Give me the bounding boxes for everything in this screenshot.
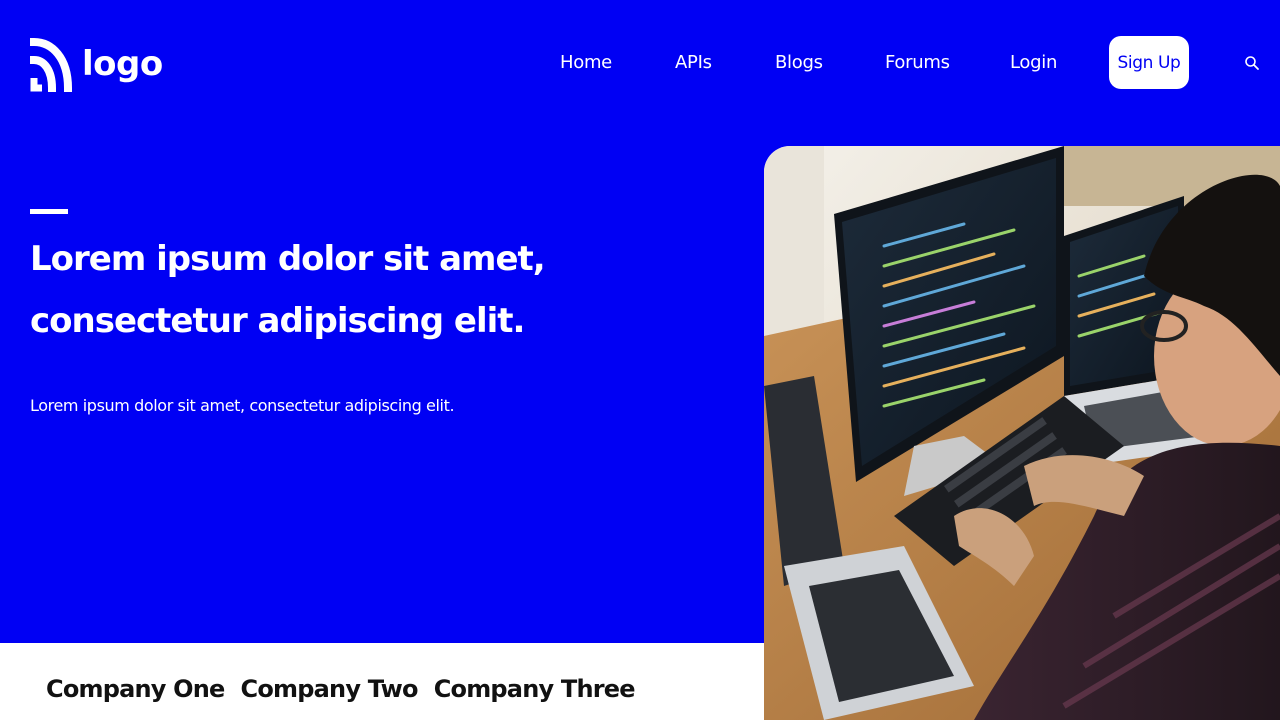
hero-title-line-1: Lorem ipsum dolor sit amet, (30, 239, 546, 279)
hero-title-line-2: consectetur adipiscing elit. (30, 301, 525, 341)
hero-subtitle: Lorem ipsum dolor sit amet, consectetur … (30, 396, 455, 415)
nav-blogs-link[interactable]: Blogs (775, 52, 823, 73)
nav-apis-link[interactable]: APIs (675, 52, 712, 73)
search-icon[interactable] (1244, 55, 1260, 71)
logo-link[interactable]: logo (30, 36, 163, 92)
developer-at-desk-photo (764, 146, 1280, 720)
company-three: Company Three (433, 675, 636, 703)
accent-bar (30, 209, 68, 214)
logo-icon (30, 37, 72, 92)
nav-home-link[interactable]: Home (560, 52, 612, 73)
hero-title: Lorem ipsum dolor sit amet, consectetur … (30, 228, 550, 352)
company-two: Company Two (240, 675, 419, 703)
signup-button[interactable]: Sign Up (1109, 36, 1189, 89)
nav-login-link[interactable]: Login (1010, 52, 1057, 73)
company-logos: Company One Company Two Company Three (46, 675, 636, 703)
nav-forums-link[interactable]: Forums (885, 52, 950, 73)
logo-text: logo (82, 44, 163, 84)
company-one: Company One (46, 675, 225, 703)
hero-photo (764, 146, 1280, 720)
